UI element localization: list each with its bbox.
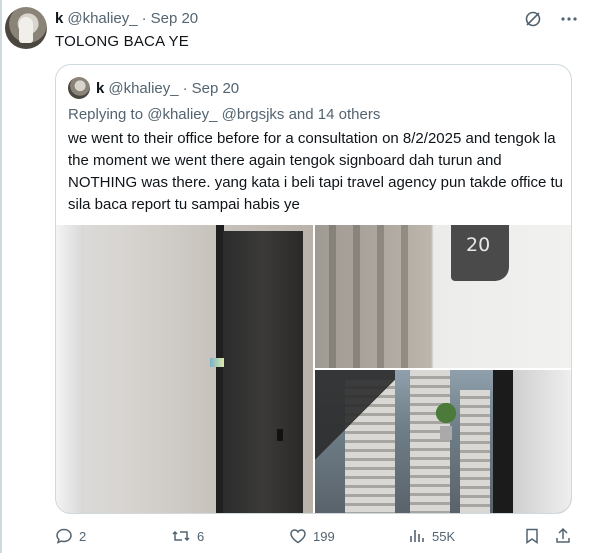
more-icon[interactable] [560,10,578,28]
grok-icon[interactable] [524,10,542,28]
avatar[interactable] [5,7,47,49]
action-bar: 2 6 199 55K [0,527,612,547]
replying-to: Replying to @khaliey_ @brgsjks and 14 ot… [68,106,380,123]
reply-count: 2 [79,528,87,544]
top-actions [524,10,578,28]
timestamp[interactable]: Sep 20 [151,10,199,27]
quote-avatar[interactable] [68,77,90,99]
views-button[interactable]: 55K [408,527,455,545]
photo-signboard[interactable]: 20 [315,225,571,368]
quote-timestamp: Sep 20 [191,80,240,97]
media-grid: 20 [56,225,571,513]
reply-icon [55,527,73,545]
like-button[interactable]: 199 [289,527,335,545]
bookmark-icon [523,527,541,545]
repost-count: 6 [197,528,205,544]
tweet-text: TOLONG BACA YE [55,33,189,50]
quoted-tweet[interactable]: k @khaliey_ · Sep 20 Replying to @khalie… [55,64,572,514]
analytics-icon [408,527,426,545]
replying-to-user: @brgsjks [221,106,285,123]
quote-display-name: k [96,80,105,97]
share-button[interactable] [554,527,572,545]
replying-to-user: @khaliey_ [147,106,218,123]
handle[interactable]: @khaliey_ [67,10,137,27]
display-name[interactable]: k [55,10,63,27]
separator: · [141,10,147,27]
share-icon [554,527,572,545]
reply-button[interactable]: 2 [55,527,86,545]
repost-icon [171,527,191,545]
sign-number: 20 [466,234,491,256]
replying-to-prefix: Replying to [68,106,144,123]
sign-plate: 20 [451,225,509,281]
quote-separator: · [182,80,188,97]
tweet-header: k @khaliey_ · Sep 20 [55,10,198,27]
like-count: 199 [313,528,335,544]
quote-handle: @khaliey_ [108,80,179,97]
repost-button[interactable]: 6 [171,527,204,545]
quote-header: k @khaliey_ · Sep 20 [96,80,239,97]
photo-window-view[interactable] [315,370,571,513]
bookmark-button[interactable] [523,527,541,545]
thread-border [0,0,2,553]
heart-icon [289,527,307,545]
view-count: 55K [432,528,456,544]
photo-door[interactable] [56,225,313,513]
quote-text: we went to their office before for a con… [68,130,563,213]
replying-to-suffix: and 14 others [288,106,381,123]
